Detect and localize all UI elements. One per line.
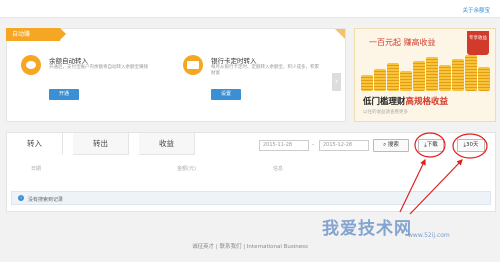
next-arrow-icon[interactable]: › [332, 73, 341, 91]
corner-badge [335, 29, 345, 39]
days30-label: 30天 [465, 142, 479, 148]
last-30-days-button[interactable]: ⤓30天 [457, 139, 485, 152]
promo-banner[interactable]: 一百元起 赚高收益 专享收益 低门槛理财高规格收益 以往的收益请查看更多 [354, 28, 496, 122]
promo-tag: 专享收益 [467, 31, 489, 55]
enable-button[interactable]: 开通 [49, 89, 79, 100]
column-date: 日期 [31, 166, 42, 172]
empty-message: 没有搜索到记录 [28, 196, 64, 203]
promo-headline: 一百元起 赚高收益 [369, 38, 436, 47]
footer-links[interactable]: 诚征英才 | 联系我们 | International Business [0, 242, 500, 250]
download-label: 下载 [426, 142, 438, 148]
empty-result-row: i 没有搜索到记录 [11, 191, 491, 205]
date-to-input[interactable]: 2015-12-28 [319, 140, 369, 151]
tab-transfer-in[interactable]: 转入 [7, 133, 63, 155]
auto-earn-card: 自动赚 余额自动转入 开通后，支付宝账户内余额将自动转入余额宝赚钱 开通 银行卡… [6, 28, 346, 122]
watermark-url: www.52ij.com [408, 232, 450, 239]
setup-button[interactable]: 设置 [211, 89, 241, 100]
tab-transfer-out[interactable]: 转出 [73, 133, 129, 155]
bank-card-icon [183, 55, 203, 75]
top-bar: 关于余额宝 [0, 0, 500, 18]
info-icon: i [18, 195, 24, 201]
column-info: 信息 [273, 166, 284, 172]
records-panel: 转入 转出 收益 2015-11-28 - 2015-12-28 ⌕ 搜索 ⤓下… [6, 132, 496, 212]
search-label: 搜索 [387, 142, 399, 148]
column-amount: 金额(元) [177, 166, 196, 172]
coin-stacks-image [361, 55, 490, 91]
feature-title: 银行卡定时转入 [211, 57, 257, 65]
feature-desc: 每月从银行卡定时、定额转入余额宝，积少成多，积累财富 [211, 65, 319, 76]
date-from-input[interactable]: 2015-11-28 [259, 140, 309, 151]
promo-title: 低门槛理财高规格收益 [363, 95, 448, 107]
feature-desc: 开通后，支付宝账户内余额将自动转入余额宝赚钱 [49, 65, 148, 70]
search-icon: ⌕ [383, 142, 387, 148]
feature-title: 余额自动转入 [49, 57, 88, 65]
about-yuebao-link[interactable]: 关于余额宝 [462, 6, 490, 14]
download-button[interactable]: ⤓下载 [418, 139, 444, 152]
auto-earn-tag: 自动赚 [6, 28, 66, 41]
date-separator: - [312, 141, 315, 148]
piggy-bank-icon [21, 55, 41, 75]
promo-title-main: 低门槛理财 [363, 97, 406, 107]
promo-title-highlight: 高规格收益 [405, 97, 449, 107]
tab-earnings[interactable]: 收益 [139, 133, 195, 155]
watermark-text: 我爱技术网 [322, 219, 412, 239]
search-button[interactable]: ⌕ 搜索 [373, 139, 409, 152]
promo-sub: 以往的收益请查看更多 [363, 110, 408, 115]
